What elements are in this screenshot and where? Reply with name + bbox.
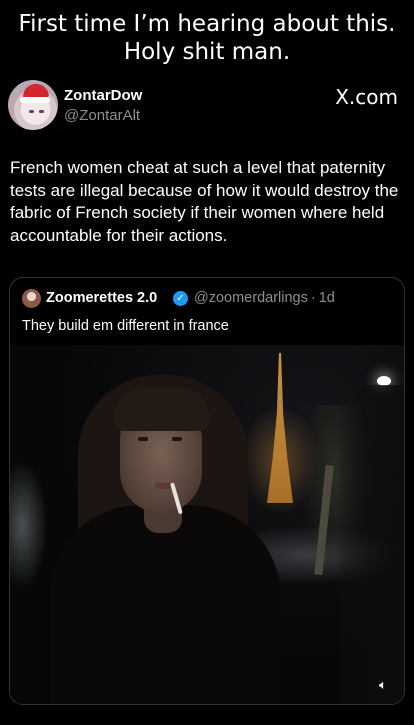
quoted-author-meta: @zoomerdarlings · 1d [194, 290, 335, 306]
verified-check-icon: ✓ [173, 291, 188, 306]
quoted-author-handle[interactable]: @zoomerdarlings [194, 290, 308, 306]
post-author-row: ZontarDow @ZontarAlt X.com [8, 80, 408, 134]
meta-separator: · [310, 290, 316, 306]
person-body [50, 505, 280, 704]
post-body: French women cheat at such a level that … [10, 158, 399, 245]
volume-muted-icon[interactable]: 🔈︎ [374, 678, 392, 694]
author-handle[interactable]: @ZontarAlt [64, 107, 140, 124]
author-name[interactable]: ZontarDow [64, 87, 142, 104]
meme-caption: First time I’m hearing about this. Holy … [0, 10, 414, 66]
quoted-author-name[interactable]: Zoomerettes 2.0 [46, 290, 157, 306]
caption-line-2: Holy shit man. [123, 39, 291, 65]
video-player[interactable]: 🔈︎ [10, 345, 404, 704]
caption-line-1: First time I’m hearing about this. [18, 11, 396, 37]
quoted-post-header: Zoomerettes 2.0 ✓ @zoomerdarlings · 1d [22, 289, 402, 309]
quoted-author-avatar[interactable] [22, 289, 41, 308]
post-time: 1d [318, 290, 335, 306]
quoted-post-text: They build em different in france [22, 318, 229, 334]
quoted-post-card[interactable]: Zoomerettes 2.0 ✓ @zoomerdarlings · 1d The… [9, 277, 405, 705]
author-avatar[interactable] [8, 80, 58, 130]
x-logo: X.com [335, 85, 398, 109]
